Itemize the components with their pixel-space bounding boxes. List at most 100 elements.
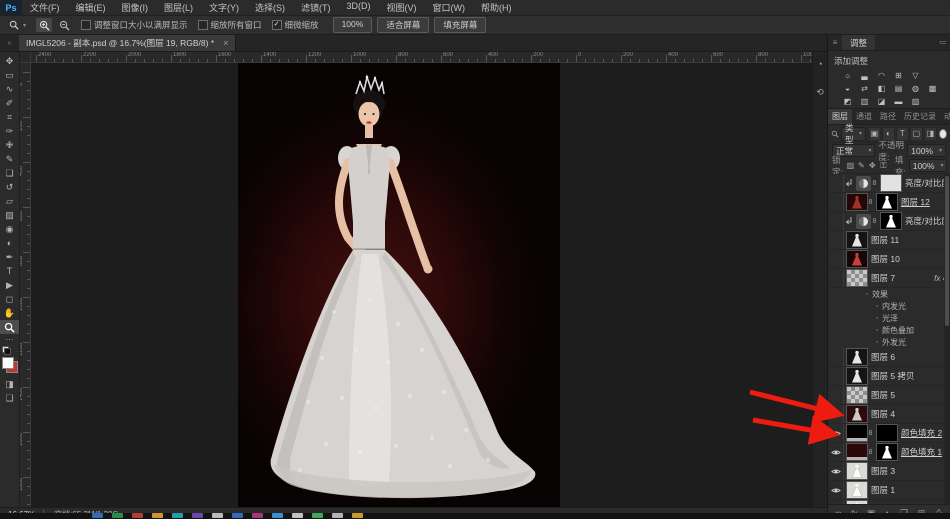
layer-effect-row[interactable]: ◦效果: [828, 288, 950, 300]
menu-item[interactable]: 文件(F): [22, 1, 68, 14]
effect-visibility-icon[interactable]: ◦: [872, 339, 882, 346]
zoom-out-button[interactable]: [56, 18, 72, 32]
brush-tool[interactable]: ✎: [0, 152, 19, 166]
dock-collapse-icon[interactable]: ≡: [828, 35, 842, 50]
taskbar-icon[interactable]: [92, 513, 103, 518]
blur-tool[interactable]: ◉: [0, 222, 19, 236]
layer-visibility-toggle[interactable]: [828, 367, 844, 385]
crop-tool[interactable]: ⌗: [0, 110, 19, 124]
layer-row[interactable]: 图层 5 拷贝: [828, 367, 950, 386]
effect-visibility-icon[interactable]: ◦: [872, 315, 882, 322]
quick-mask-button[interactable]: ◨: [0, 377, 19, 391]
menu-item[interactable]: 文字(Y): [201, 1, 247, 14]
eyedropper-tool[interactable]: ✑: [0, 124, 19, 138]
layer-name[interactable]: 颜色填充 1: [901, 446, 942, 458]
taskbar-icon[interactable]: [292, 513, 303, 518]
layer-row[interactable]: 图层 10: [828, 250, 950, 269]
taskbar-icon[interactable]: [312, 513, 323, 518]
tool-preset[interactable]: ▾: [6, 18, 26, 32]
color-balance-icon[interactable]: ⇄: [858, 83, 871, 94]
filter-shape-layers-icon[interactable]: ▢: [910, 127, 923, 141]
taskbar-icon[interactable]: [152, 513, 163, 518]
layer-name[interactable]: 图层 1: [871, 484, 895, 496]
layer-thumbnail[interactable]: [847, 463, 867, 479]
taskbar-icon[interactable]: [112, 513, 123, 518]
layer-mask-thumbnail[interactable]: [877, 194, 897, 210]
lock-icon-2[interactable]: ✥: [868, 161, 877, 171]
layer-thumbnail[interactable]: [847, 194, 867, 210]
menu-item[interactable]: 窗口(W): [425, 1, 474, 14]
close-tab-icon[interactable]: ×: [223, 38, 228, 48]
layer-thumbnail[interactable]: [847, 425, 867, 441]
checkbox-box[interactable]: [81, 20, 91, 30]
menu-item[interactable]: 图像(I): [114, 1, 157, 14]
layer-name[interactable]: 图层 10: [871, 253, 900, 265]
levels-icon[interactable]: ▃: [858, 70, 871, 81]
panel-3d-icon[interactable]: ◔: [814, 58, 826, 70]
menu-item[interactable]: 帮助(H): [473, 1, 520, 14]
menu-item[interactable]: 滤镜(T): [293, 1, 339, 14]
lock-icon-0[interactable]: ▨: [846, 161, 855, 171]
color-lookup-icon[interactable]: ▩: [926, 83, 939, 94]
menu-item[interactable]: 图层(L): [156, 1, 201, 14]
options-button[interactable]: 100%: [333, 17, 373, 33]
move-tool[interactable]: ✥: [0, 54, 19, 68]
layer-name[interactable]: 图层 6: [871, 351, 895, 363]
taskbar-icon[interactable]: [272, 513, 283, 518]
opacity-value[interactable]: 100% ▾: [907, 144, 946, 157]
layer-name[interactable]: 图层 7: [871, 272, 895, 284]
curves-icon[interactable]: ◠: [875, 70, 888, 81]
layer-visibility-toggle[interactable]: [828, 212, 844, 230]
zoom-in-button[interactable]: [36, 18, 52, 32]
black-white-icon[interactable]: ◧: [875, 83, 888, 94]
layer-thumbnail[interactable]: [847, 501, 867, 504]
layer-visibility-toggle[interactable]: [828, 231, 844, 249]
layer-thumbnail[interactable]: [847, 251, 867, 267]
posterize-icon[interactable]: ▥: [858, 96, 871, 107]
adjustment-layer-icon[interactable]: [856, 214, 871, 229]
filter-type-dropdown[interactable]: 类型 ▾: [841, 127, 866, 141]
healing-brush-tool[interactable]: ✙: [0, 138, 19, 152]
effect-visibility-icon[interactable]: ◦: [862, 291, 872, 298]
menu-item[interactable]: 视图(V): [379, 1, 425, 14]
tab-panel-4[interactable]: 动作: [940, 109, 950, 124]
menu-item[interactable]: 3D(D): [339, 1, 379, 14]
history-brush-tool[interactable]: ↺: [0, 180, 19, 194]
options-button[interactable]: 填充屏幕: [434, 17, 486, 33]
panel-history-icon[interactable]: ⟲: [814, 86, 826, 98]
layer-visibility-toggle[interactable]: [828, 500, 844, 504]
eraser-tool[interactable]: ▱: [0, 194, 19, 208]
color-swatches[interactable]: [2, 357, 18, 373]
layers-scrollbar[interactable]: [944, 174, 950, 504]
layer-row[interactable]: 背景: [828, 500, 950, 504]
taskbar-icon[interactable]: [352, 513, 363, 518]
adjustments-panel-menu-icon[interactable]: ≔: [936, 35, 950, 50]
taskbar-icon[interactable]: [252, 513, 263, 518]
layer-name[interactable]: 图层 11: [871, 234, 899, 246]
layer-thumbnail[interactable]: [847, 349, 867, 365]
tab-panel-3[interactable]: 历史记录: [900, 109, 940, 124]
layer-visibility-toggle[interactable]: [828, 250, 844, 268]
threshold-icon[interactable]: ◪: [875, 96, 888, 107]
hue-saturation-icon[interactable]: ◒: [841, 83, 854, 94]
photo-filter-icon[interactable]: ▤: [892, 83, 905, 94]
photo-canvas[interactable]: [238, 62, 560, 507]
canvas-area[interactable]: 2400220020001800160014001200100080060040…: [20, 52, 827, 507]
lock-icon-3[interactable]: ⚿: [879, 161, 888, 171]
layer-visibility-toggle[interactable]: [828, 348, 844, 366]
taskbar-icon[interactable]: [212, 513, 223, 518]
quick-selection-tool[interactable]: ✐: [0, 96, 19, 110]
effect-visibility-icon[interactable]: ◦: [872, 303, 882, 310]
layer-mask-thumbnail[interactable]: [877, 444, 897, 460]
lasso-tool[interactable]: ∿: [0, 82, 19, 96]
layer-row[interactable]: 图层 4: [828, 405, 950, 424]
layer-row[interactable]: 8颜色填充 2: [828, 424, 950, 443]
default-colors-icon[interactable]: [2, 346, 10, 354]
shape-tool[interactable]: ◻: [0, 292, 19, 306]
layer-name[interactable]: 图层 5: [871, 389, 895, 401]
layer-thumbnail[interactable]: [847, 482, 867, 498]
mask-link-icon[interactable]: 8: [871, 180, 878, 187]
layer-effect-row[interactable]: ◦颜色叠加: [828, 324, 950, 336]
layer-name[interactable]: 图层 4: [871, 408, 895, 420]
tab-panel-2[interactable]: 路径: [876, 109, 900, 124]
